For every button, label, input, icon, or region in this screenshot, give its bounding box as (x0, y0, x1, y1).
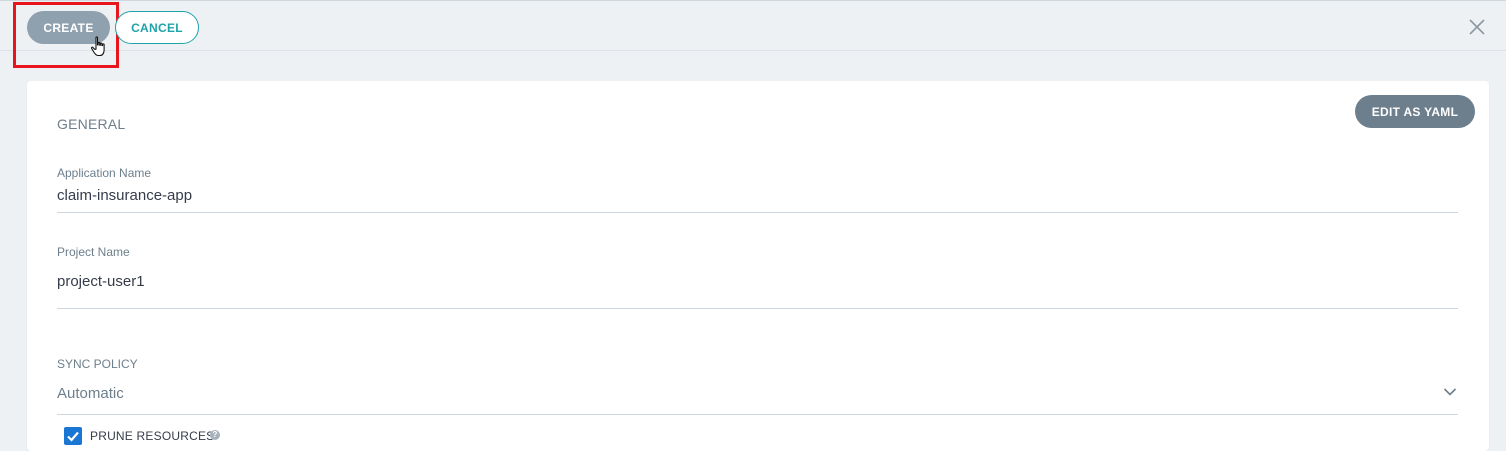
application-name-underline (57, 212, 1458, 213)
edit-as-yaml-button[interactable]: EDIT AS YAML (1355, 95, 1475, 128)
sync-policy-label: SYNC POLICY (57, 357, 138, 371)
project-name-input[interactable]: project-user1 (57, 273, 145, 290)
project-name-label: Project Name (57, 245, 130, 259)
sync-policy-select[interactable]: Automatic (57, 385, 124, 402)
hand-cursor-icon (90, 36, 105, 57)
project-name-underline (57, 308, 1458, 309)
prune-resources-checkbox[interactable] (64, 427, 82, 445)
application-name-input[interactable]: claim-insurance-app (57, 187, 192, 204)
application-form-panel: EDIT AS YAML GENERAL Application Name cl… (27, 81, 1489, 451)
close-icon[interactable] (1468, 18, 1486, 36)
prune-resources-label: PRUNE RESOURCES (90, 429, 215, 443)
chevron-down-icon[interactable] (1443, 387, 1457, 397)
cancel-button[interactable]: CANCEL (115, 11, 199, 44)
checkmark-icon (67, 431, 79, 442)
create-button-highlight (13, 2, 119, 68)
sync-policy-underline (57, 414, 1458, 415)
general-section-title: GENERAL (57, 116, 126, 132)
application-name-label: Application Name (57, 166, 152, 180)
top-toolbar: CREATE CANCEL (0, 0, 1506, 68)
